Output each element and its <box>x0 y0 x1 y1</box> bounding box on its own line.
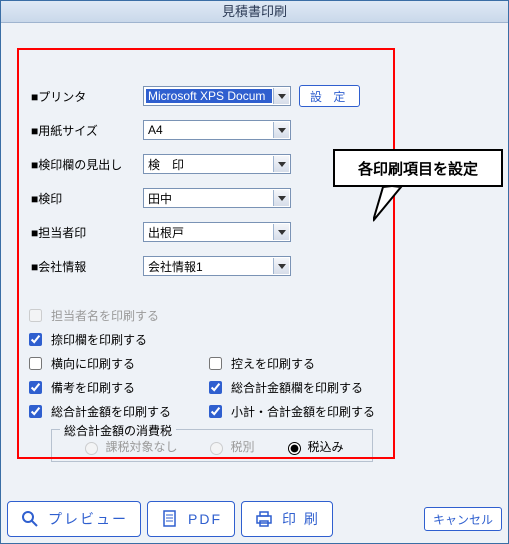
radio-tax-incl[interactable]: 税込み <box>283 438 344 455</box>
paper-value: A4 <box>148 123 163 137</box>
chk-print-notes-input[interactable] <box>29 381 42 394</box>
person-stamp-value: 出根戸 <box>148 224 184 241</box>
chk-print-person-name: 担当者名を印刷する <box>25 306 215 325</box>
print-label: 印 刷 <box>282 509 320 529</box>
chk-print-stamp-box-label: 捺印欄を印刷する <box>51 331 147 348</box>
radio-tax-excl: 税別 <box>205 438 254 455</box>
company-info-value: 会社情報1 <box>148 258 203 275</box>
person-stamp-select[interactable]: 出根戸 <box>143 222 291 242</box>
pdf-button[interactable]: PDF <box>147 501 235 537</box>
chk-print-subtotal-label: 小計・合計金額を印刷する <box>231 403 375 420</box>
stamp-label: ■検印 <box>31 190 143 207</box>
document-icon <box>160 509 180 529</box>
tax-group: 総合計金額の消費税 課税対象なし 税別 税込み <box>51 429 373 462</box>
chk-print-notes[interactable]: 備考を印刷する <box>25 378 205 397</box>
paper-label: ■用紙サイズ <box>31 122 143 139</box>
footer-buttons: プレビュー PDF 印 刷 キャンセル <box>7 501 502 537</box>
person-stamp-label: ■担当者印 <box>31 224 143 241</box>
magnifier-icon <box>20 509 40 529</box>
radio-tax-none: 課税対象なし <box>80 438 177 455</box>
preview-button[interactable]: プレビュー <box>7 501 141 537</box>
printer-icon <box>254 509 274 529</box>
chk-print-total-box[interactable]: 総合計金額欄を印刷する <box>205 378 385 397</box>
chk-print-copy[interactable]: 控えを印刷する <box>205 354 385 373</box>
radio-tax-none-input <box>85 442 98 455</box>
radio-tax-none-label: 課税対象なし <box>105 438 177 455</box>
stamp-select[interactable]: 田中 <box>143 188 291 208</box>
stamp-value: 田中 <box>148 190 172 207</box>
window-title: 見積書印刷 <box>1 1 508 23</box>
chevron-down-icon[interactable] <box>273 258 289 274</box>
chk-print-person-name-input <box>29 309 42 322</box>
chevron-down-icon[interactable] <box>273 156 289 172</box>
preview-label: プレビュー <box>48 509 128 529</box>
chk-print-subtotal[interactable]: 小計・合計金額を印刷する <box>205 402 385 421</box>
radio-tax-incl-label: 税込み <box>308 438 344 455</box>
chk-print-copy-input[interactable] <box>209 357 222 370</box>
chevron-down-icon[interactable] <box>273 122 289 138</box>
chevron-down-icon[interactable] <box>273 224 289 240</box>
cancel-button[interactable]: キャンセル <box>424 507 502 531</box>
chk-print-total-box-input[interactable] <box>209 381 222 394</box>
chk-print-total-input[interactable] <box>29 405 42 418</box>
printer-label: ■プリンタ <box>31 88 143 105</box>
chk-print-total-box-label: 総合計金額欄を印刷する <box>231 379 363 396</box>
chevron-down-icon[interactable] <box>273 88 289 104</box>
company-info-select[interactable]: 会社情報1 <box>143 256 291 276</box>
chk-print-person-name-label: 担当者名を印刷する <box>51 307 159 324</box>
callout-box: 各印刷項目を設定 <box>333 149 503 187</box>
chk-print-total-label: 総合計金額を印刷する <box>51 403 171 420</box>
printer-settings-button[interactable]: 設 定 <box>299 85 360 107</box>
chk-print-subtotal-input[interactable] <box>209 405 222 418</box>
stamp-header-value: 検 印 <box>148 156 184 173</box>
stamp-header-select[interactable]: 検 印 <box>143 154 291 174</box>
chk-print-stamp-box-input[interactable] <box>29 333 42 346</box>
stamp-header-label: ■検印欄の見出し <box>31 156 143 173</box>
chk-print-total[interactable]: 総合計金額を印刷する <box>25 402 205 421</box>
client-area: ■プリンタ Microsoft XPS Docum 設 定 ■用紙サイズ A4 … <box>1 23 508 543</box>
printer-value: Microsoft XPS Docum <box>148 89 265 103</box>
paper-select[interactable]: A4 <box>143 120 291 140</box>
radio-tax-excl-label: 税別 <box>230 438 254 455</box>
settings-form: ■プリンタ Microsoft XPS Docum 設 定 ■用紙サイズ A4 … <box>31 83 381 287</box>
company-info-label: ■会社情報 <box>31 258 143 275</box>
callout-text: 各印刷項目を設定 <box>358 158 478 179</box>
chk-landscape[interactable]: 横向に印刷する <box>25 354 205 373</box>
chk-landscape-label: 横向に印刷する <box>51 355 135 372</box>
chk-landscape-input[interactable] <box>29 357 42 370</box>
chk-print-copy-label: 控えを印刷する <box>231 355 315 372</box>
printer-select[interactable]: Microsoft XPS Docum <box>143 86 291 106</box>
options-area: 担当者名を印刷する 捺印欄を印刷する 横向に印刷する 控えを印刷する <box>25 303 385 462</box>
dialog-window: 見積書印刷 ■プリンタ Microsoft XPS Docum 設 定 ■用紙サ… <box>0 0 509 544</box>
radio-tax-excl-input <box>210 442 223 455</box>
print-button[interactable]: 印 刷 <box>241 501 333 537</box>
chk-print-notes-label: 備考を印刷する <box>51 379 135 396</box>
radio-tax-incl-input[interactable] <box>288 442 301 455</box>
chk-print-stamp-box[interactable]: 捺印欄を印刷する <box>25 330 215 349</box>
chevron-down-icon[interactable] <box>273 190 289 206</box>
tax-legend: 総合計金額の消費税 <box>60 422 176 439</box>
pdf-label: PDF <box>188 511 222 527</box>
